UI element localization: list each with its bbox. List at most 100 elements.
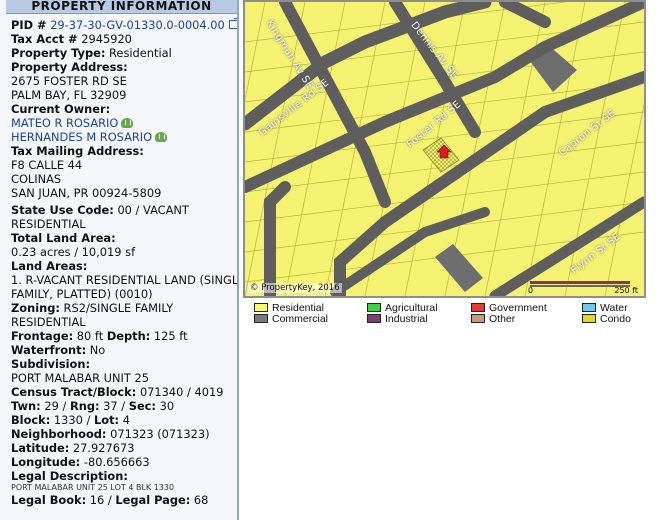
rng-value: 37	[103, 399, 118, 413]
latitude-label: Latitude:	[11, 441, 70, 455]
waterfront-label: Waterfront:	[11, 343, 87, 357]
pid-row: PID # 29-37-30-GV-01330.0-0004.00	[11, 18, 237, 32]
land-area-value: 0.23 acres / 10,019 sf	[11, 245, 136, 259]
rng-label: Rng:	[69, 399, 100, 413]
land-areas-line-2: FAMILY, PLATTED) (0010)	[11, 287, 153, 301]
waterfront-row: Waterfront: No	[11, 343, 237, 357]
legend-item-other: Other	[471, 313, 515, 325]
legend-item-industrial: Industrial	[367, 313, 428, 325]
twn-label: Twn:	[11, 399, 41, 413]
parcel-map[interactable]: Kingman Av SE Dennis Av SE Gainsville Rd…	[243, 0, 646, 298]
lot-label: Lot:	[94, 413, 120, 427]
frontage-value: 80 ft	[76, 329, 104, 343]
legend-swatch	[254, 314, 268, 323]
state-use-row: State Use Code: 00 / VACANT	[11, 203, 237, 217]
waterfront-value: No	[89, 343, 106, 357]
zoning-row: Zoning: RS2/SINGLE FAMILY	[11, 301, 237, 315]
owner-link[interactable]: HERNANDES M ROSARIO	[11, 130, 152, 144]
legal-book-row: Legal Book: 16 / Legal Page: 68	[11, 493, 209, 507]
legend-swatch	[582, 314, 596, 323]
owner-info-icon[interactable]	[121, 118, 134, 128]
longitude-value: -80.656663	[83, 455, 150, 469]
owner-info-icon[interactable]	[155, 132, 168, 142]
owner-link[interactable]: MATEO R ROSARIO	[11, 116, 118, 130]
legend-label: Commercial	[272, 313, 329, 325]
parcel-map-canvas	[245, 2, 644, 296]
legend-swatch	[471, 303, 485, 312]
owner-row-1: MATEO R ROSARIO	[11, 116, 237, 130]
legal-book-label: Legal Book:	[11, 493, 87, 507]
property-address-label: Property Address:	[11, 60, 128, 74]
frontage-label: Frontage:	[11, 329, 74, 343]
latitude-value: 27.927673	[72, 441, 135, 455]
census-label: Census Tract/Block:	[11, 385, 137, 399]
legend-swatch	[471, 314, 485, 323]
land-area-label: Total Land Area:	[11, 231, 116, 245]
lot-value: 4	[122, 413, 130, 427]
legal-desc-value: PORT MALABAR UNIT 25 LOT 4 BLK 1330	[11, 483, 175, 492]
property-type-label: Property Type:	[11, 46, 106, 60]
map-scale-bar: 0 250 ft	[526, 280, 638, 295]
subdivision-label: Subdivision:	[11, 357, 91, 371]
zoning-label: Zoning:	[11, 301, 60, 315]
census-value: 071340 / 4019	[139, 385, 224, 399]
map-legend: Residential Agricultural Government Wate…	[254, 302, 658, 326]
property-details: PID # 29-37-30-GV-01330.0-0004.00 Tax Ac…	[0, 14, 237, 507]
state-use-label: State Use Code:	[11, 203, 114, 217]
legend-label: Condo	[600, 313, 631, 325]
legal-page-value: 68	[193, 493, 209, 507]
land-areas-line-1: 1. R-VACANT RESIDENTIAL LAND (SINGLE	[11, 273, 239, 287]
external-link-icon[interactable]	[228, 18, 237, 29]
address-line-2: PALM BAY, FL 32909	[11, 88, 127, 102]
census-row: Census Tract/Block: 071340 / 4019	[11, 385, 237, 399]
sec-label: Sec:	[128, 399, 156, 413]
mailing-line-3: SAN JUAN, PR 00924-5809	[11, 186, 162, 200]
legend-label: Industrial	[385, 313, 428, 325]
neighborhood-label: Neighborhood:	[11, 427, 107, 441]
neighborhood-row: Neighborhood: 071323 (071323)	[11, 427, 237, 441]
legend-swatch	[582, 303, 596, 312]
depth-label: Depth:	[106, 329, 151, 343]
subdivision-value: PORT MALABAR UNIT 25	[11, 371, 149, 385]
legend-item-condo: Condo	[582, 313, 631, 325]
sec-value: 30	[159, 399, 175, 413]
property-info-panel: PROPERTY INFORMATION PID # 29-37-30-GV-0…	[0, 0, 239, 520]
legend-swatch	[367, 303, 381, 312]
tax-acct-row: Tax Acct # 2945920	[11, 32, 237, 46]
land-areas-label: Land Areas:	[11, 259, 88, 273]
tax-acct-value: 2945920	[81, 32, 132, 46]
block-lot-row: Block: 1330 / Lot: 4	[11, 413, 130, 427]
legal-desc-label: Legal Description:	[11, 469, 128, 483]
mailing-line-2: COLINAS	[11, 172, 62, 186]
map-copyright: © PropertyKey, 2016	[248, 283, 342, 293]
address-line-1: 2675 FOSTER RD SE	[11, 74, 127, 88]
twn-value: 29	[44, 399, 59, 413]
zoning-value-2: RESIDENTIAL	[11, 315, 86, 329]
legal-page-label: Legal Page:	[115, 493, 191, 507]
block-label: Block:	[11, 413, 51, 427]
panel-title: PROPERTY INFORMATION	[6, 0, 237, 14]
neighborhood-value: 071323 (071323)	[110, 427, 210, 441]
longitude-label: Longitude:	[11, 455, 81, 469]
mailing-line-1: F8 CALLE 44	[11, 158, 83, 172]
current-owner-label: Current Owner:	[11, 102, 111, 116]
pid-label: PID #	[11, 18, 47, 32]
frontage-row: Frontage: 80 ft Depth: 125 ft	[11, 329, 237, 343]
mailing-address-label: Tax Mailing Address:	[11, 144, 144, 158]
property-type-row: Property Type: Residential	[11, 46, 237, 60]
block-value: 1330	[53, 413, 83, 427]
legal-book-value: 16	[89, 493, 105, 507]
scale-start-label: 0	[528, 286, 534, 295]
longitude-row: Longitude: -80.656663	[11, 455, 237, 469]
legend-swatch	[254, 303, 268, 312]
property-type-value: Residential	[109, 46, 172, 60]
pid-link[interactable]: 29-37-30-GV-01330.0-0004.00	[50, 18, 225, 32]
twn-rng-sec-row: Twn: 29 / Rng: 37 / Sec: 30	[11, 399, 175, 413]
state-use-value-2: RESIDENTIAL	[11, 217, 86, 231]
scale-end-label: 250 ft	[614, 286, 638, 295]
tax-acct-label: Tax Acct #	[11, 32, 78, 46]
legend-swatch	[367, 314, 381, 323]
depth-value: 125 ft	[153, 329, 188, 343]
owner-row-2: HERNANDES M ROSARIO	[11, 130, 237, 144]
zoning-value: RS2/SINGLE FAMILY	[63, 301, 174, 315]
